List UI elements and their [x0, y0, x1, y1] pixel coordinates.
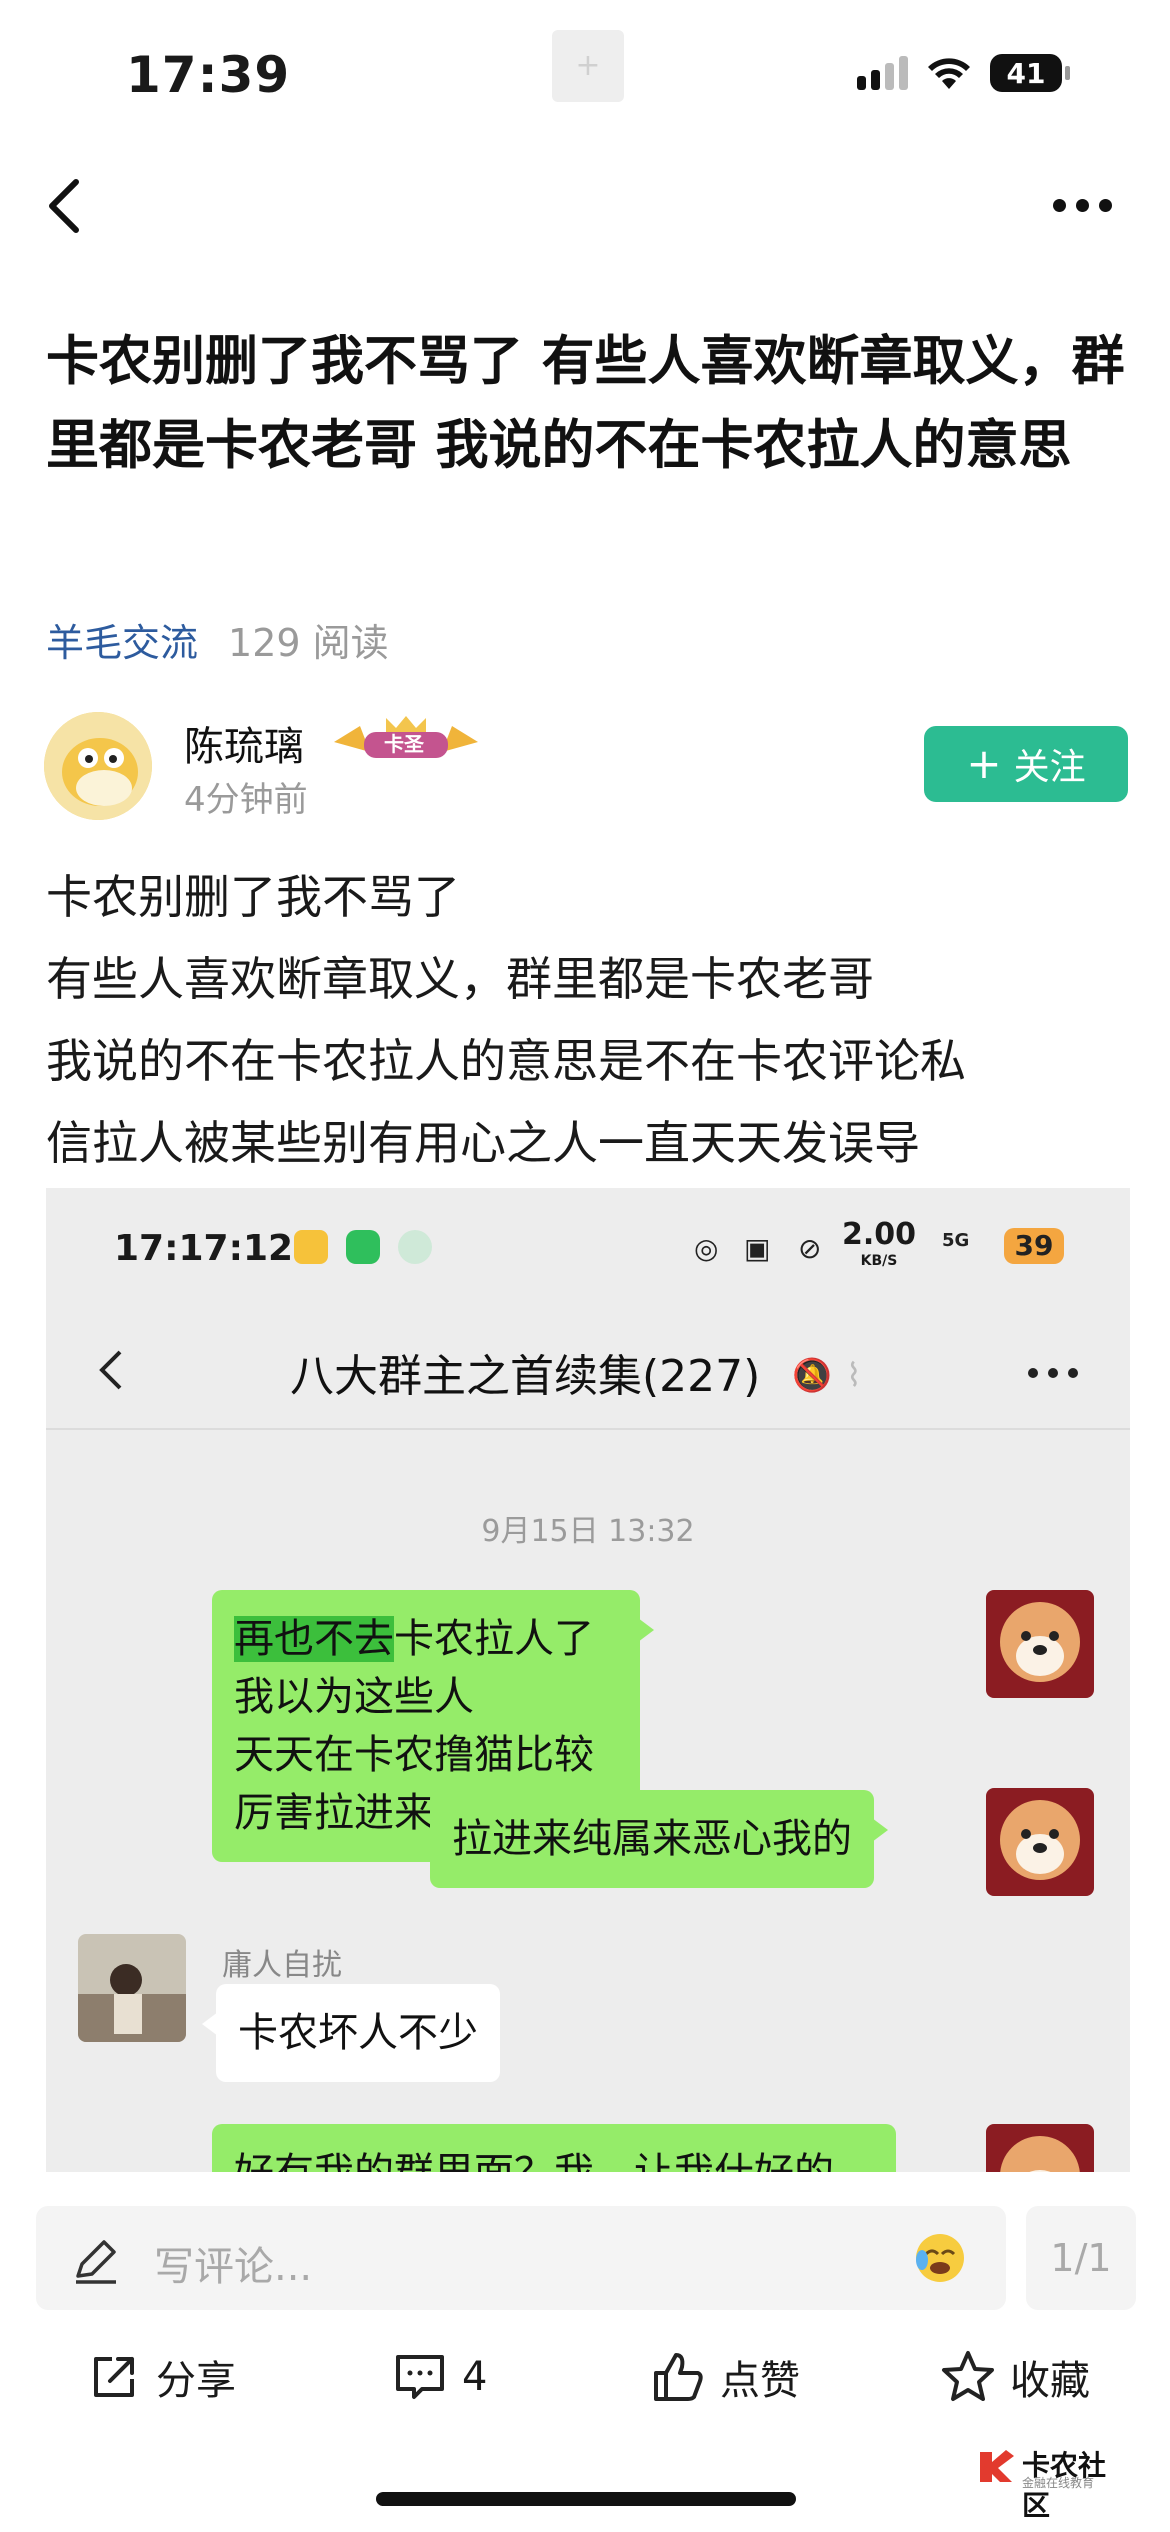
body-line: 信拉人被某些别有用心之人一直天天发误导: [46, 1116, 920, 1170]
duck-avatar-icon: [44, 712, 152, 820]
nfc-icon: ◎: [694, 1232, 719, 1265]
follow-button[interactable]: + 关注: [924, 726, 1128, 802]
pen-icon: [76, 2240, 116, 2284]
back-button[interactable]: [40, 176, 90, 236]
star-icon: [942, 2351, 994, 2401]
chevron-left-icon: [99, 1350, 122, 1390]
chat-title: 八大群主之首续集(227): [290, 1351, 761, 1402]
post-title: 卡农别删了我不骂了 有些人喜欢断章取义，群里都是卡农老哥 我说的不在卡农拉人的意…: [46, 331, 1125, 476]
share-label: 分享: [156, 2358, 236, 2404]
more-dots-icon: [1052, 198, 1066, 212]
screen-record-indicator: +: [552, 30, 624, 102]
home-indicator[interactable]: [376, 2492, 796, 2506]
author-avatar[interactable]: [44, 712, 152, 820]
post-body: 卡农别删了我不骂了 有些人喜欢断章取义，群里都是卡农老哥 我说的不在卡农拉人的意…: [46, 856, 1136, 1184]
comment-count: 4: [462, 2354, 488, 2400]
more-options-button[interactable]: [1042, 180, 1122, 230]
sender-avatar: [78, 1934, 186, 2042]
chat-header: 八大群主之首续集(227) 🔕 ⌇: [46, 1318, 1130, 1430]
watermark-logo: 卡农社区 金融在线教育: [976, 2444, 1126, 2522]
like-button[interactable]: 点赞: [650, 2342, 800, 2412]
network-speed: 2.00 KB/S: [842, 1217, 917, 1270]
follow-label: 关注: [1013, 747, 1086, 788]
screenshot-status-bar: 17:17:12 ◎ ▣ ⊘ 2.00 KB/S 5G 39: [46, 1188, 1130, 1278]
wifi-icon: [928, 58, 970, 89]
battery-icon: 41: [990, 54, 1070, 92]
post-time: 4分钟前: [184, 780, 308, 820]
comment-input[interactable]: 写评论...: [36, 2206, 1006, 2310]
screenshot-battery: 39: [1004, 1228, 1064, 1264]
badge-label: 卡圣: [384, 732, 424, 756]
share-button[interactable]: 分享: [86, 2342, 236, 2412]
highlighted-text: 再也不去: [234, 1616, 394, 1662]
chevron-left-icon: [49, 179, 79, 233]
kanong-logo-icon: [980, 2450, 1014, 2482]
author-name[interactable]: 陈琉璃: [184, 714, 304, 772]
app-icon: [346, 1230, 380, 1264]
read-count: 129 阅读: [228, 621, 389, 665]
app-icon: [294, 1230, 328, 1264]
thumbs-up-icon: [654, 2353, 703, 2401]
dog-avatar-icon: [986, 1788, 1094, 1896]
post-meta: 羊毛交流 129 阅读: [46, 612, 389, 667]
chat-bubble: 卡农坏人不少: [202, 1984, 500, 2082]
rank-badge: 卡圣: [330, 712, 482, 764]
status-icons: 41: [857, 54, 1070, 92]
dog-avatar-icon: [986, 1590, 1094, 1698]
dog-avatar-icon: [986, 2124, 1094, 2172]
comments-button[interactable]: 4: [392, 2342, 487, 2412]
status-time: 17:39: [126, 46, 291, 104]
plus-icon: +: [966, 739, 1002, 788]
comment-icon: [396, 2355, 444, 2399]
share-icon: [94, 2357, 134, 2397]
body-line: 卡农别删了我不骂了: [46, 870, 460, 924]
body-line: 有些人喜欢断章取义，群里都是卡农老哥: [46, 952, 874, 1006]
chat-bubble: 拉进来纯属来恶心我的: [430, 1790, 888, 1888]
body-line: 我说的不在卡农拉人的意思是不在卡农评论私: [46, 1034, 966, 1088]
favorite-label: 收藏: [1010, 2358, 1090, 2404]
ear-icon: ⌇: [846, 1356, 862, 1394]
comment-placeholder: 写评论...: [154, 2244, 313, 2290]
page-indicator[interactable]: 1/1: [1026, 2206, 1136, 2310]
more-dots-icon: [1028, 1368, 1078, 1378]
cellular-signal-icon: [857, 56, 908, 90]
chat-date: 9月15日 13:32: [481, 1514, 695, 1549]
mute-icon: ⊘: [798, 1232, 822, 1265]
like-label: 点赞: [720, 2358, 800, 2404]
watermark-sub: 金融在线教育: [1022, 2476, 1095, 2490]
emoji-icon[interactable]: [912, 2230, 968, 2286]
sender-name: 庸人自扰: [222, 1948, 342, 1983]
vpn-icon: ▣: [744, 1232, 771, 1265]
app-icon: [398, 1230, 432, 1264]
mute-bell-icon: 🔕: [792, 1356, 832, 1394]
chat-bubble: 好有我的群里面？我，让我什好的: [212, 2124, 896, 2172]
screenshot-time: 17:17:12: [114, 1228, 294, 1269]
category-link[interactable]: 羊毛交流: [46, 612, 198, 667]
network-type: 5G: [942, 1230, 970, 1251]
favorite-button[interactable]: 收藏: [940, 2342, 1090, 2412]
chat-screenshot-image[interactable]: 17:17:12 ◎ ▣ ⊘ 2.00 KB/S 5G 39 八大群主之首续集(…: [46, 1188, 1130, 2172]
